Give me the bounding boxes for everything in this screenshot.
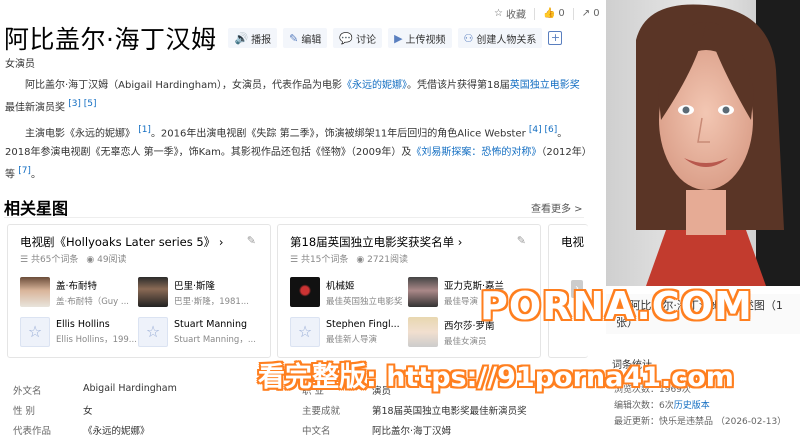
link-film-nina[interactable]: 《永远的妮娜》 xyxy=(342,80,407,91)
thumbs-up-icon: 👍 xyxy=(542,8,556,19)
avatar xyxy=(408,277,438,307)
pencil-icon[interactable]: ✎ xyxy=(247,234,256,247)
table-row: 代表作品 《永远的妮娜》 中文名 阿比盖尔·海丁汉姆 xyxy=(13,426,452,436)
avatar-placeholder-icon: ☆ xyxy=(290,317,320,347)
speaker-icon: 🔊 xyxy=(234,31,249,45)
pencil-icon: ✎ xyxy=(289,31,299,45)
add-icon[interactable]: + xyxy=(548,31,563,45)
portrait-image xyxy=(606,0,800,286)
card-title: 电视 xyxy=(561,235,584,249)
avatar xyxy=(408,317,438,347)
avatar xyxy=(290,277,320,307)
reference-link[interactable]: [1] xyxy=(138,125,151,135)
broadcast-button[interactable]: 🔊 播报 xyxy=(228,28,278,48)
section-divider xyxy=(4,217,584,218)
table-row: 性 别 女 主要成就 第18届英国独立电影奖最佳新演员奖 xyxy=(13,406,527,417)
upload-video-button[interactable]: ▶ 上传视频 xyxy=(388,28,452,48)
divider xyxy=(572,7,574,20)
see-more-link[interactable]: 查看更多 > xyxy=(531,200,583,215)
list-item[interactable]: ☆ Stuart Manning Stuart Manning，... xyxy=(138,315,256,349)
card-title: 电视剧《Hollyoaks Later series 5》 › xyxy=(20,235,224,249)
avatar xyxy=(138,277,168,307)
like-button[interactable]: 👍 0 xyxy=(543,8,565,19)
chevron-right-icon: › xyxy=(457,235,463,249)
section-title-related: 相关星图 xyxy=(4,199,69,218)
eye-icon: ◉ xyxy=(356,255,368,265)
list-item[interactable]: ☆ Ellis Hollins Ellis Hollins，199... xyxy=(20,315,138,349)
summary-photo[interactable] xyxy=(606,0,800,286)
watermark-logo: PORNA.COM xyxy=(480,284,753,328)
pencil-icon[interactable]: ✎ xyxy=(517,234,526,247)
chevron-right-icon: › xyxy=(218,235,224,249)
title-row: 阿比盖尔·海丁汉姆 🔊 播报 ✎ 编辑 💬 讨论 ▶ 上传视频 ⚇ 创建人物关系 + xyxy=(4,20,563,56)
reference-link[interactable]: [3] [5] xyxy=(68,99,96,109)
link-lewis[interactable]: 《刘易斯探案：恐怖的对称》 xyxy=(411,147,541,158)
related-card[interactable]: 电视剧《Hollyoaks Later series 5》 › ✎ ☰ 共65个… xyxy=(7,224,271,358)
link-bifa[interactable]: 英国独立电影奖 xyxy=(510,80,580,91)
avatar-placeholder-icon: ☆ xyxy=(20,317,50,347)
edit-count: 编辑次数：6次历史版本 xyxy=(614,401,710,411)
list-item[interactable]: ☆ Stephen Fingl... 最佳新人导演 xyxy=(290,315,408,349)
favorite-button[interactable]: ☆ 收藏 xyxy=(494,6,526,21)
list-item[interactable]: 机械姬 最佳英国独立电影奖 xyxy=(290,275,408,309)
watermark-url: 看完整版: https://91porna41.com xyxy=(258,362,734,393)
discuss-button[interactable]: 💬 讨论 xyxy=(333,28,383,48)
video-icon: ▶ xyxy=(394,31,403,45)
create-relation-button[interactable]: ⚇ 创建人物关系 xyxy=(457,28,543,48)
edit-button[interactable]: ✎ 编辑 xyxy=(283,28,328,48)
top-actions: ☆ 收藏 👍 0 ↗ 0 xyxy=(494,6,600,21)
share-icon: ↗ xyxy=(581,8,591,19)
history-link[interactable]: 历史版本 xyxy=(674,401,710,411)
people-icon: ⚇ xyxy=(463,31,474,45)
list-item[interactable]: 盖·布耐特 盖·布耐特（Guy ... xyxy=(20,275,138,309)
card-meta: ☰ 共65个词条 ◉ 49阅读 xyxy=(20,255,127,265)
avatar xyxy=(20,277,50,307)
list-icon: ☰ xyxy=(20,255,31,265)
card-meta: ☰ 共15个词条 ◉ 2721阅读 xyxy=(290,255,409,265)
entry-subtitle: 女演员 xyxy=(5,59,35,70)
star-icon: ☆ xyxy=(494,8,503,19)
avatar-placeholder-icon: ☆ xyxy=(138,317,168,347)
reference-link[interactable]: [7] xyxy=(18,166,31,176)
divider xyxy=(533,7,535,20)
share-button[interactable]: ↗ 0 xyxy=(582,8,600,19)
last-updated: 最近更新：快乐是违禁品 （2026-02-13） xyxy=(614,417,787,427)
reference-link[interactable]: [4] [6] xyxy=(529,125,557,135)
summary-paragraph-2: 主演电影《永远的妮娜》 [1]。2016年出演电视剧《失踪 第二季》，饰演被绑架… xyxy=(5,125,587,181)
page-title: 阿比盖尔·海丁汉姆 xyxy=(4,25,217,54)
list-item[interactable]: 巴里·斯隆 巴里·斯隆，1981... xyxy=(138,275,256,309)
list-icon: ☰ xyxy=(290,255,301,265)
eye-icon: ◉ xyxy=(86,255,98,265)
summary-paragraph-1: 阿比盖尔·海丁汉姆（Abigail Hardingham），女演员，代表作品为电… xyxy=(5,80,580,114)
card-title: 第18届英国独立电影奖获奖名单 › xyxy=(290,235,463,249)
chat-icon: 💬 xyxy=(339,31,354,45)
